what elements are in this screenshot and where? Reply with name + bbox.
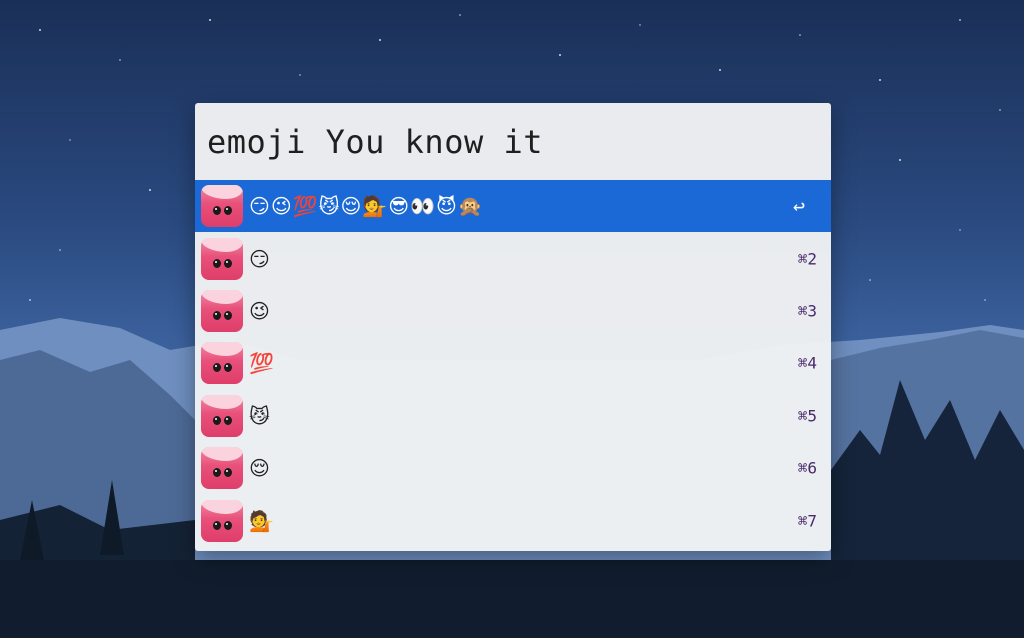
launcher-window: emoji You know it 😏😉💯😼😌💁😎👀😈🙊 ↩ 😏 ⌘2 😉 ⌘3 [195, 103, 831, 551]
emoji-app-icon [201, 447, 243, 490]
shortcut-hint: ⌘4 [797, 353, 817, 373]
emoji-app-icon [201, 394, 243, 437]
result-row-5[interactable]: 😼 ⌘5 [195, 390, 831, 442]
return-key-icon: ↩ [792, 194, 805, 219]
shortcut-hint: ⌘7 [797, 511, 817, 531]
emoji-app-icon [201, 499, 243, 542]
search-query[interactable]: emoji You know it [207, 123, 543, 161]
result-emoji: 😌 [249, 456, 271, 481]
result-row-6[interactable]: 😌 ⌘6 [195, 442, 831, 494]
emoji-app-icon [201, 289, 243, 332]
result-row-1[interactable]: 😏😉💯😼😌💁😎👀😈🙊 ↩ [195, 180, 831, 233]
results-list: 😏😉💯😼😌💁😎👀😈🙊 ↩ 😏 ⌘2 😉 ⌘3 💯 ⌘4 😼 ⌘5 😌 ⌘6 💁 … [195, 180, 831, 547]
shortcut-hint: ⌘3 [797, 301, 817, 321]
result-emoji: 😉 [249, 298, 271, 323]
result-emoji: 😏 [249, 246, 271, 271]
shortcut-hint: ⌘6 [797, 458, 817, 478]
query-bar[interactable]: emoji You know it [195, 103, 831, 180]
result-emoji: 💁 [249, 508, 275, 533]
result-row-7[interactable]: 💁 ⌘7 [195, 494, 831, 546]
result-row-3[interactable]: 😉 ⌘3 [195, 285, 831, 337]
result-emoji: 😼 [249, 403, 271, 428]
result-emoji: 😏😉💯😼😌💁😎👀😈🙊 [249, 194, 484, 219]
emoji-app-icon [201, 342, 243, 385]
emoji-app-icon [201, 185, 243, 228]
emoji-app-icon [201, 237, 243, 280]
result-emoji: 💯 [249, 351, 275, 376]
shortcut-hint: ⌘5 [797, 406, 817, 426]
shortcut-hint: ⌘2 [797, 249, 817, 269]
result-row-2[interactable]: 😏 ⌘2 [195, 232, 831, 284]
result-row-4[interactable]: 💯 ⌘4 [195, 337, 831, 389]
